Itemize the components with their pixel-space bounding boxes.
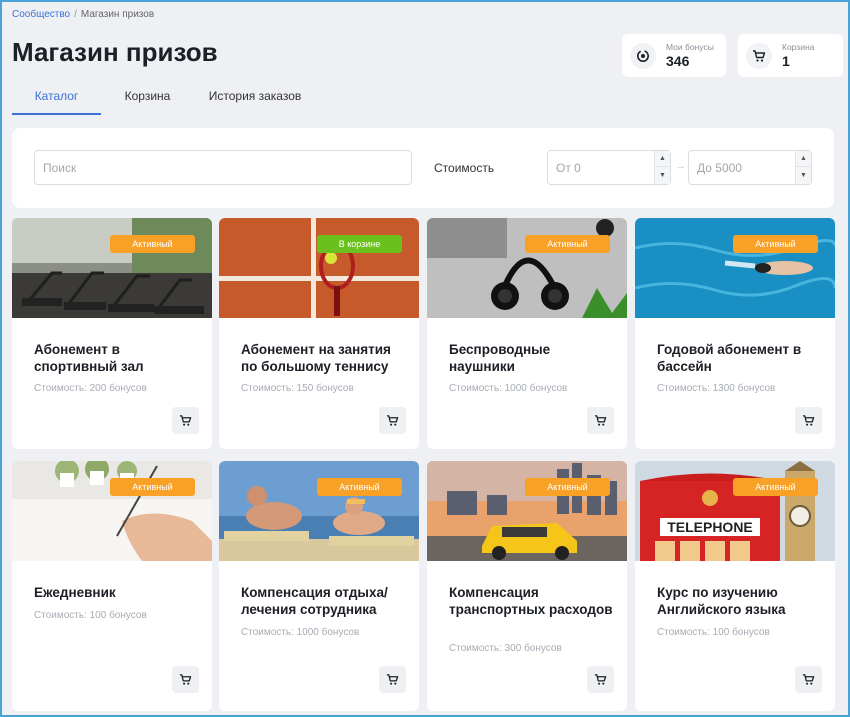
product-price: Стоимость: 1000 бонусов — [241, 627, 360, 638]
price-to-stepper[interactable]: ▲ ▼ — [795, 151, 811, 184]
product-image-pool — [635, 218, 835, 318]
cart-summary-card[interactable]: Корзина 1 — [738, 34, 843, 77]
price-to-input[interactable] — [689, 151, 789, 184]
add-to-cart-button[interactable] — [587, 407, 614, 434]
add-to-cart-button[interactable] — [172, 407, 199, 434]
add-to-cart-button[interactable] — [795, 666, 822, 693]
app-frame: Сообщество / Магазин призов Магазин призов… — [0, 0, 850, 717]
product-image-tennis — [219, 218, 419, 318]
add-to-cart-button[interactable] — [379, 666, 406, 693]
product-title[interactable]: Компенсация транспортных расходов — [449, 584, 619, 618]
product-card[interactable]: Активный Годовой абонемент в бассейн Сто… — [635, 218, 835, 449]
range-arrow-icon: → — [675, 160, 686, 172]
product-price: Стоимость: 100 бонусов — [34, 610, 147, 621]
price-from-stepper[interactable]: ▲ ▼ — [654, 151, 670, 184]
status-badge: Активный — [525, 235, 610, 253]
add-to-cart-button[interactable] — [172, 666, 199, 693]
bonus-label: Мои бонусы — [666, 42, 714, 52]
cart-icon — [179, 674, 192, 685]
product-card[interactable]: Активный Беспроводные наушники Стоимость… — [427, 218, 627, 449]
bonus-coin-icon — [630, 42, 656, 69]
search-input[interactable] — [34, 150, 412, 185]
product-image-notebook — [12, 461, 212, 561]
add-to-cart-button[interactable] — [795, 407, 822, 434]
page-title: Магазин призов — [12, 37, 218, 67]
breadcrumb: Сообщество / Магазин призов — [12, 9, 154, 20]
cart-icon — [802, 415, 815, 426]
cart-icon — [179, 415, 192, 426]
stepper-down-icon[interactable]: ▼ — [796, 167, 811, 183]
breadcrumb-current: Магазин призов — [80, 9, 155, 20]
add-to-cart-button[interactable] — [587, 666, 614, 693]
product-image-taxi — [427, 461, 627, 561]
product-card[interactable]: Активный Компенсация транспортных расход… — [427, 461, 627, 711]
product-price: Стоимость: 1300 бонусов — [657, 383, 776, 394]
filter-panel: Стоимость ▲ ▼ → ▲ ▼ — [12, 128, 834, 208]
tab-bar: Каталог Корзина История заказов — [12, 86, 316, 116]
tab-catalog[interactable]: Каталог — [12, 86, 101, 115]
product-price: Стоимость: 100 бонусов — [657, 627, 770, 638]
product-card[interactable]: Активный Ежедневник Стоимость: 100 бонус… — [12, 461, 212, 711]
status-badge: Активный — [525, 478, 610, 496]
status-badge: Активный — [317, 478, 402, 496]
cart-label: Корзина — [782, 42, 815, 52]
cart-icon — [594, 674, 607, 685]
product-price: Стоимость: 150 бонусов — [241, 383, 354, 394]
product-title[interactable]: Годовой абонемент в бассейн — [657, 341, 827, 375]
add-to-cart-button[interactable] — [379, 407, 406, 434]
cart-icon — [594, 415, 607, 426]
product-card[interactable]: В корзине Абонемент на занятия по большо… — [219, 218, 419, 449]
stepper-up-icon[interactable]: ▲ — [655, 151, 670, 167]
product-title[interactable]: Курс по изучению Английского языка — [657, 584, 827, 618]
price-from-input[interactable] — [548, 151, 648, 184]
tab-order-history[interactable]: История заказов — [194, 86, 316, 115]
product-title[interactable]: Абонемент в спортивный зал — [34, 341, 204, 375]
cart-icon — [802, 674, 815, 685]
status-badge: Активный — [110, 235, 195, 253]
cart-icon — [386, 674, 399, 685]
breadcrumb-separator: / — [74, 9, 77, 20]
product-card[interactable]: TELEPHONE Активный Курс по изучению Англ… — [635, 461, 835, 711]
cart-icon — [746, 42, 772, 69]
product-price: Стоимость: 300 бонусов — [449, 643, 562, 654]
tab-cart[interactable]: Корзина — [101, 86, 194, 115]
status-badge: Активный — [733, 235, 818, 253]
product-title[interactable]: Беспроводные наушники — [449, 341, 619, 375]
product-image-gym — [12, 218, 212, 318]
product-card[interactable]: Активный Компенсация отдыха/ лечения сот… — [219, 461, 419, 711]
product-price: Стоимость: 200 бонусов — [34, 383, 147, 394]
status-badge: В корзине — [317, 235, 402, 253]
cart-icon — [386, 415, 399, 426]
product-image-telephone-box: TELEPHONE — [635, 461, 835, 561]
telephone-sign-text: TELEPHONE — [667, 519, 753, 535]
product-title[interactable]: Абонемент на занятия по большому теннису — [241, 341, 411, 375]
product-card[interactable]: Активный Абонемент в спортивный зал Стои… — [12, 218, 212, 449]
product-price: Стоимость: 1000 бонусов — [449, 383, 568, 394]
status-badge: Активный — [733, 478, 818, 496]
product-image-vacation — [219, 461, 419, 561]
product-image-headphones — [427, 218, 627, 318]
status-badge: Активный — [110, 478, 195, 496]
breadcrumb-link-community[interactable]: Сообщество — [12, 9, 70, 20]
stepper-up-icon[interactable]: ▲ — [796, 151, 811, 167]
product-title[interactable]: Компенсация отдыха/ лечения сотрудника — [241, 584, 411, 618]
stepper-down-icon[interactable]: ▼ — [655, 167, 670, 183]
price-filter-label: Стоимость — [434, 161, 495, 175]
bonus-value: 346 — [666, 53, 690, 69]
bonus-balance-card: Мои бонусы 346 — [622, 34, 726, 77]
price-to-field[interactable]: ▲ ▼ — [688, 150, 812, 185]
product-title[interactable]: Ежедневник — [34, 584, 204, 601]
cart-count: 1 — [782, 53, 790, 69]
price-from-field[interactable]: ▲ ▼ — [547, 150, 671, 185]
